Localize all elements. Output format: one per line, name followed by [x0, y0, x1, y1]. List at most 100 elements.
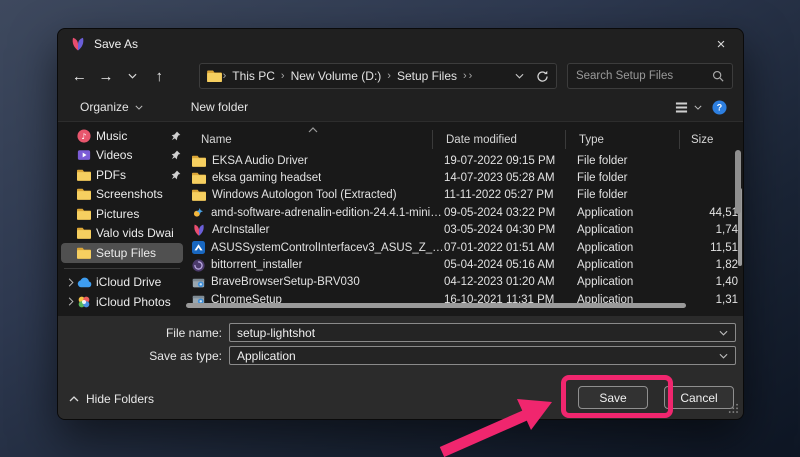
back-icon[interactable]: ←: [66, 63, 93, 89]
change-view-button[interactable]: [675, 101, 702, 114]
sidebar-item-label: iCloud Drive: [96, 275, 183, 289]
file-type: Application: [577, 224, 689, 236]
file-row-asussystemcontrolinterfacev3-asus-z-v3-0[interactable]: ASUSSystemControlInterfacev3_ASUS_Z_V3.0…: [189, 239, 743, 256]
chevron-up-icon: [69, 396, 79, 402]
forward-icon[interactable]: →: [93, 63, 120, 89]
resize-grip[interactable]: [728, 403, 739, 417]
file-row-arcinstaller[interactable]: ArcInstaller03-05-2024 04:30 PMApplicati…: [189, 222, 743, 239]
sidebar-item-label: iCloud Photos: [96, 295, 183, 309]
vertical-scrollbar[interactable]: [735, 150, 741, 214]
file-type: Application: [577, 242, 689, 254]
sidebar-item-icloud-drive[interactable]: iCloud Drive: [61, 273, 183, 293]
sidebar-item-label: Setup Files: [96, 246, 183, 260]
new-folder-label: New folder: [191, 100, 248, 114]
breadcrumb-item-this-pc[interactable]: This PC: [227, 69, 280, 83]
navigation-bar: ← → ↑ ›This PC›New Volume (D:)›Setup Fil…: [58, 59, 743, 93]
file-date: 05-04-2024 05:16 AM: [444, 259, 577, 271]
breadcrumb-item-new-volume-d[interactable]: New Volume (D:): [286, 69, 387, 83]
breadcrumb: ›This PC›New Volume (D:)›Setup Files››: [222, 69, 474, 83]
sidebar-item-icloud-photos[interactable]: iCloud Photos: [61, 292, 183, 312]
new-folder-button[interactable]: New folder: [191, 100, 248, 114]
music-icon: ♪: [77, 129, 96, 143]
organize-button[interactable]: Organize: [80, 100, 143, 114]
file-name: ASUSSystemControlInterfacev3_ASUS_Z_V3.0…: [211, 242, 444, 254]
address-folder-icon: [207, 70, 222, 82]
file-row-amd-software-adrenalin-edition-24-4-1-mi[interactable]: amd-software-adrenalin-edition-24.4.1-mi…: [189, 204, 743, 221]
window-title: Save As: [94, 37, 138, 51]
folder-icon: [77, 169, 96, 181]
save-as-type-select[interactable]: Application: [229, 346, 736, 365]
file-type: Application: [577, 276, 689, 288]
chevron-right-icon[interactable]: [64, 297, 77, 306]
installer-icon: [192, 276, 205, 289]
search-icon: [712, 70, 724, 82]
search-input[interactable]: Search Setup Files: [567, 63, 733, 89]
pin-icon: [169, 131, 183, 141]
save-as-type-label: Save as type:: [58, 349, 229, 363]
address-bar[interactable]: ›This PC›New Volume (D:)›Setup Files››: [199, 63, 557, 89]
help-icon[interactable]: ?: [712, 100, 727, 115]
file-row-eksa-gaming-headset[interactable]: eksa gaming headset14-07-2023 05:28 AMFi…: [189, 169, 743, 186]
amd-icon: [192, 206, 205, 219]
folder-icon: [192, 155, 206, 167]
column-header-name[interactable]: Name: [189, 134, 444, 146]
folder-icon: [77, 247, 96, 259]
cloud-icon: [77, 276, 96, 288]
cancel-button[interactable]: Cancel: [664, 386, 734, 409]
file-name-label: File name:: [58, 326, 229, 340]
sidebar-item-label: Pictures: [96, 207, 183, 221]
file-size: 1,82: [689, 259, 741, 271]
sidebar-item-pictures[interactable]: Pictures: [61, 204, 183, 224]
column-header-type[interactable]: Type: [577, 134, 689, 146]
folder-icon: [192, 172, 206, 184]
save-as-dialog: Save As × ← → ↑ ›This PC›New Volume (D:)…: [57, 28, 744, 420]
file-row-bravebrowsersetup-brv030[interactable]: BraveBrowserSetup-BRV03004-12-2023 01:20…: [189, 274, 743, 291]
address-dropdown-chevron-icon[interactable]: [515, 73, 524, 79]
file-name-input[interactable]: setup-lightshot: [229, 323, 736, 342]
file-date: 19-07-2022 09:15 PM: [444, 155, 577, 167]
sidebar-item-videos[interactable]: Videos: [61, 146, 183, 166]
horizontal-scrollbar[interactable]: [186, 303, 686, 308]
file-date: 04-12-2023 01:20 AM: [444, 276, 577, 288]
column-header-date-modified[interactable]: Date modified: [444, 134, 577, 146]
breadcrumb-item-setup-files[interactable]: Setup Files: [392, 69, 462, 83]
video-icon: [77, 148, 96, 162]
file-date: 11-11-2022 05:27 PM: [444, 189, 577, 201]
file-row-bittorrent-installer[interactable]: bittorrent_installer05-04-2024 05:16 AMA…: [189, 256, 743, 273]
folder-icon: [77, 208, 96, 220]
photos-icon: [77, 295, 96, 309]
title-bar: Save As ×: [58, 29, 743, 59]
recent-locations-chevron-icon[interactable]: [119, 63, 146, 89]
sidebar-item-pdfs[interactable]: PDFs: [61, 165, 183, 185]
file-list: NameDate modifiedTypeSize EKSA Audio Dri…: [186, 122, 743, 316]
sidebar-item-label: Music: [96, 129, 169, 143]
file-date: 09-05-2024 03:22 PM: [444, 207, 577, 219]
annotation-arrow: [438, 392, 568, 457]
sidebar-item-label: Valo vids Dwai: [96, 226, 183, 240]
file-row-eksa-audio-driver[interactable]: EKSA Audio Driver19-07-2022 09:15 PMFile…: [189, 152, 743, 169]
file-name: ArcInstaller: [212, 224, 270, 236]
main-area: ♪MusicVideosPDFsScreenshotsPicturesValo …: [58, 121, 743, 316]
file-date: 14-07-2023 05:28 AM: [444, 172, 577, 184]
sidebar-item-music[interactable]: ♪Music: [61, 126, 183, 146]
column-headers: NameDate modifiedTypeSize: [189, 130, 743, 150]
lightshot-feather-icon: [70, 36, 86, 52]
save-as-type-value: Application: [237, 349, 719, 363]
sidebar-item-valo-vids-dwai[interactable]: Valo vids Dwai: [61, 224, 183, 244]
column-header-size[interactable]: Size: [689, 134, 741, 146]
up-icon[interactable]: ↑: [146, 63, 173, 89]
chevron-down-icon: [135, 105, 143, 110]
sidebar-item-screenshots[interactable]: Screenshots: [61, 185, 183, 205]
file-row-windows-autologon-tool-extracted[interactable]: Windows Autologon Tool (Extracted)11-11-…: [189, 187, 743, 204]
sidebar-item-label: Screenshots: [96, 187, 183, 201]
file-rows: EKSA Audio Driver19-07-2022 09:15 PMFile…: [189, 152, 743, 309]
chevron-right-icon[interactable]: [64, 278, 77, 287]
file-size: 1,31: [689, 294, 741, 306]
close-icon[interactable]: ×: [699, 29, 743, 59]
sidebar-item-setup-files[interactable]: Setup Files: [61, 243, 183, 263]
refresh-icon[interactable]: [536, 70, 549, 83]
hide-folders-button[interactable]: Hide Folders: [69, 392, 154, 406]
bittorrent-icon: [192, 259, 205, 272]
pin-icon: [169, 150, 183, 160]
folder-icon: [192, 189, 206, 201]
